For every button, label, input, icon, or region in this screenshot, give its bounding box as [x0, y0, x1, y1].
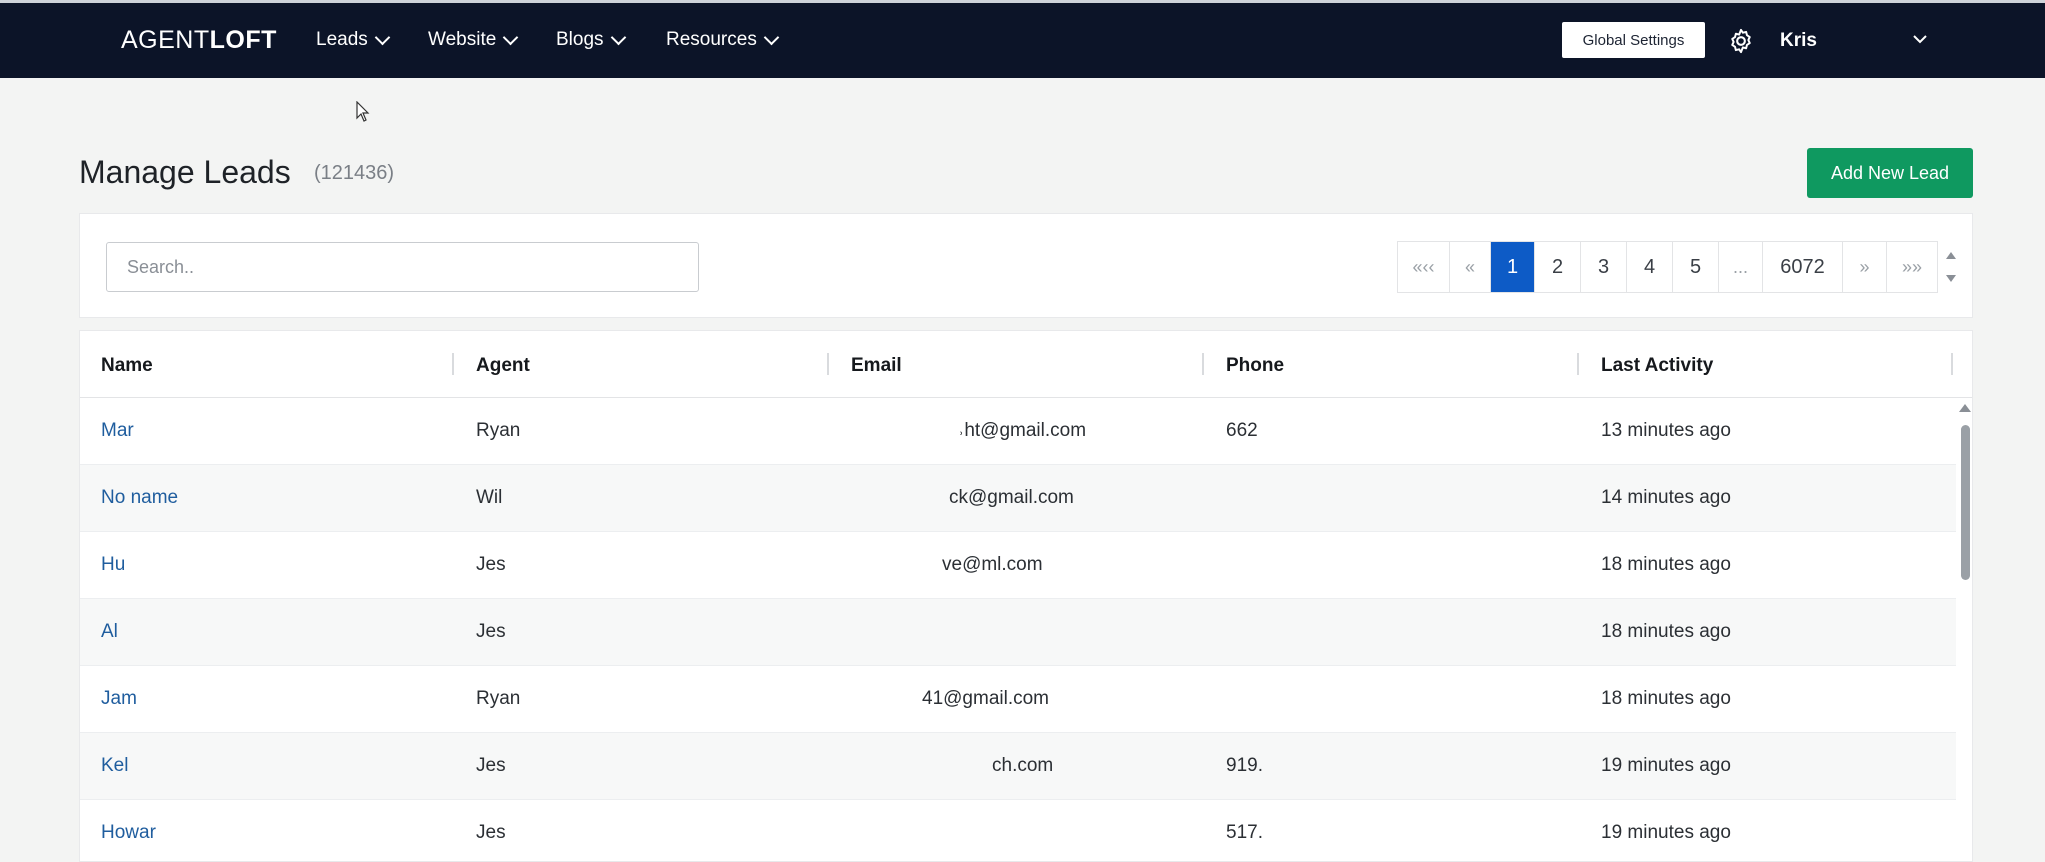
page-button[interactable]: 4	[1627, 242, 1673, 292]
lead-last-activity: 18 minutes ago	[1601, 621, 1731, 642]
nav-resources-label: Resources	[666, 29, 757, 50]
next-page-button[interactable]: »	[1843, 242, 1887, 292]
last-page-number-button[interactable]: 6072	[1763, 242, 1843, 292]
lead-email: ch.com	[992, 755, 1054, 776]
pagination: «‹‹ « 1 2 3 4 5 ... 6072 » »»	[1397, 241, 1938, 293]
table-header: Name Agent Email Phone Last Activity	[80, 331, 1972, 398]
nav-leads[interactable]: Leads	[316, 29, 391, 51]
lead-agent: Jes	[476, 554, 506, 575]
page-title: Manage Leads	[79, 154, 291, 190]
lead-last-activity: 13 minutes ago	[1601, 420, 1731, 441]
lead-last-activity: 19 minutes ago	[1601, 755, 1731, 776]
table-row[interactable]: Mar Ryan ˒ht@gmail.com 662 13 minutes ag…	[80, 398, 1956, 465]
page-button[interactable]: 5	[1673, 242, 1719, 292]
user-menu-chevron-icon[interactable]	[1912, 33, 1928, 45]
lead-phone: 517.	[1226, 822, 1263, 843]
table-row[interactable]: No name Wil ck@gmail.com 14 minutes ago	[80, 465, 1956, 532]
lead-last-activity: 14 minutes ago	[1601, 487, 1731, 508]
lead-email: ck@gmail.com	[949, 487, 1074, 508]
lead-agent: Ryan	[476, 688, 521, 709]
nav-blogs-label: Blogs	[556, 29, 604, 50]
lead-agent: Jes	[476, 822, 506, 843]
column-divider[interactable]	[1951, 353, 1953, 375]
lead-agent: Ryan	[476, 420, 521, 441]
column-header-name[interactable]: Name	[101, 355, 153, 377]
nav-website-label: Website	[428, 29, 497, 50]
lead-phone: 662	[1226, 420, 1258, 441]
chevron-down-icon	[374, 29, 391, 45]
lead-name-link[interactable]: Hu	[101, 554, 125, 576]
brand-bold: LOFT	[209, 26, 277, 54]
page-button[interactable]: 2	[1535, 242, 1581, 292]
lead-phone: 919.	[1226, 755, 1263, 776]
mouse-cursor-icon	[356, 101, 370, 122]
lead-count: (121436)	[314, 162, 395, 184]
lead-email: ve@ml.com	[942, 554, 1043, 575]
nav-resources[interactable]: Resources	[666, 29, 780, 51]
user-menu-name[interactable]: Kris	[1780, 30, 1817, 52]
nav-website[interactable]: Website	[428, 29, 519, 51]
search-input[interactable]	[106, 242, 699, 292]
table-row[interactable]: Howar Jes 517. 19 minutes ago	[80, 800, 1956, 861]
lead-agent: Wil	[476, 487, 503, 508]
column-header-last-activity[interactable]: Last Activity	[1601, 355, 1713, 377]
table-row[interactable]: Hu Jes ve@ml.com 18 minutes ago	[80, 532, 1956, 599]
nav-leads-label: Leads	[316, 29, 368, 50]
chevron-down-icon	[503, 29, 519, 45]
column-header-email[interactable]: Email	[851, 355, 902, 377]
page-button[interactable]: 3	[1581, 242, 1627, 292]
chevron-down-icon	[763, 29, 780, 45]
lead-email: 41@gmail.com	[922, 688, 1049, 709]
table-row[interactable]: Jam Ryan 41@gmail.com 18 minutes ago	[80, 666, 1956, 733]
lead-name-link[interactable]: Al	[101, 621, 118, 643]
column-header-phone[interactable]: Phone	[1226, 355, 1284, 377]
table-row[interactable]: Kel Jes ch.com 919. 19 minutes ago	[80, 733, 1956, 800]
brand-logo[interactable]: AGENTLOFT	[121, 26, 277, 55]
scroll-up-icon[interactable]	[1959, 404, 1971, 412]
column-header-agent[interactable]: Agent	[476, 355, 530, 377]
prev-page-button[interactable]: «	[1450, 242, 1491, 292]
lead-name-link[interactable]: No name	[101, 487, 178, 509]
table-row[interactable]: Al Jes 18 minutes ago	[80, 599, 1956, 666]
brand-light: AGENT	[121, 26, 210, 54]
lead-last-activity: 18 minutes ago	[1601, 554, 1731, 575]
lead-email: ˒ht@gmail.com	[958, 420, 1087, 441]
page-button[interactable]: 1	[1491, 242, 1535, 292]
leads-table: Name Agent Email Phone Last Activity Mar…	[79, 330, 1973, 862]
column-divider[interactable]	[1577, 353, 1579, 375]
lead-name-link[interactable]: Kel	[101, 755, 128, 777]
lead-name-link[interactable]: Howar	[101, 822, 156, 844]
pagination-ellipsis: ...	[1719, 242, 1763, 292]
scrollbar-thumb[interactable]	[1961, 425, 1970, 580]
global-settings-button[interactable]: Global Settings	[1562, 22, 1705, 58]
first-page-button[interactable]: «‹‹	[1398, 242, 1450, 292]
lead-agent: Jes	[476, 755, 506, 776]
nav-blogs[interactable]: Blogs	[556, 29, 626, 51]
lead-last-activity: 19 minutes ago	[1601, 822, 1731, 843]
column-divider[interactable]	[452, 353, 454, 375]
add-new-lead-button[interactable]: Add New Lead	[1807, 148, 1973, 198]
top-navbar: AGENTLOFT Leads Website Blogs Resources …	[0, 0, 2045, 78]
lead-last-activity: 18 minutes ago	[1601, 688, 1731, 709]
gear-icon[interactable]	[1727, 27, 1755, 55]
scroll-arrows-icon[interactable]	[1944, 247, 1958, 287]
lead-name-link[interactable]: Jam	[101, 688, 137, 710]
search-pagination-bar: «‹‹ « 1 2 3 4 5 ... 6072 » »»	[79, 213, 1973, 318]
lead-name-link[interactable]: Mar	[101, 420, 134, 442]
column-divider[interactable]	[827, 353, 829, 375]
table-scrollbar[interactable]	[1956, 398, 1972, 861]
column-divider[interactable]	[1202, 353, 1204, 375]
last-page-button[interactable]: »»	[1887, 242, 1937, 292]
lead-agent: Jes	[476, 621, 506, 642]
chevron-down-icon	[610, 29, 626, 45]
